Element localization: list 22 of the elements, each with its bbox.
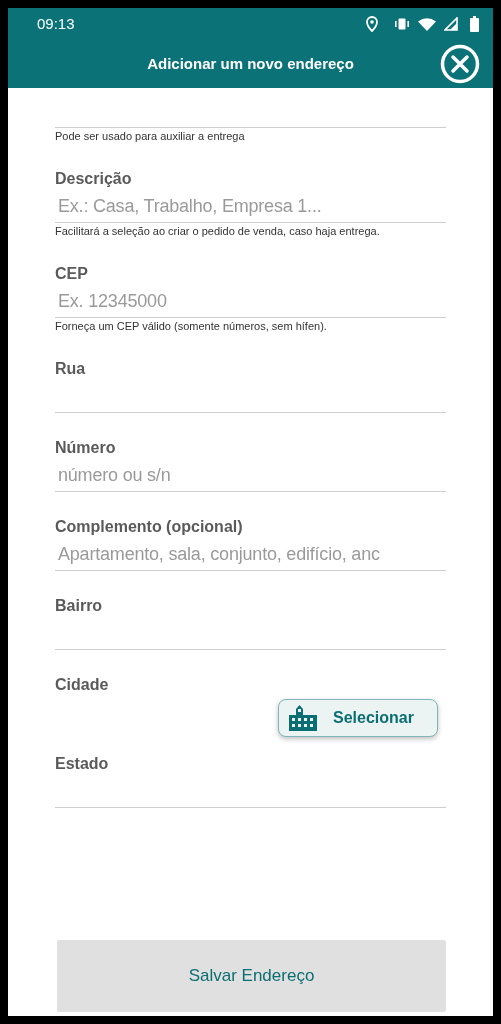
close-button[interactable] xyxy=(440,44,480,84)
field-label: Descrição xyxy=(55,169,133,189)
building-icon xyxy=(289,705,317,731)
field-label: Número xyxy=(55,438,117,458)
signal-icon xyxy=(444,17,458,31)
status-time: 09:13 xyxy=(37,13,75,34)
header-title: Adicionar um novo endereço xyxy=(147,53,354,74)
select-button[interactable]: Selecionar xyxy=(278,699,438,737)
field-label: Cidade xyxy=(55,675,110,695)
field-label: Bairro xyxy=(55,596,104,616)
field-label: Complemento (opcional) xyxy=(55,517,244,537)
help-text: Forneça um CEP válido (somente números, sem hífen). xyxy=(55,319,328,334)
field-label: Rua xyxy=(55,359,87,379)
save-button[interactable]: Salvar Endereço xyxy=(57,940,446,1012)
help-text: Pode ser usado para auxiliar a entrega xyxy=(55,129,246,144)
help-text: Facilitará a seleção ao criar o pedido de venda, caso haja entrega. xyxy=(55,224,381,239)
field-label: Estado xyxy=(55,754,110,774)
field-label: CEP xyxy=(55,264,89,284)
wifi-icon xyxy=(418,17,436,31)
battery-icon xyxy=(470,16,479,32)
vibrate-icon xyxy=(394,18,410,30)
location-icon xyxy=(366,16,378,32)
